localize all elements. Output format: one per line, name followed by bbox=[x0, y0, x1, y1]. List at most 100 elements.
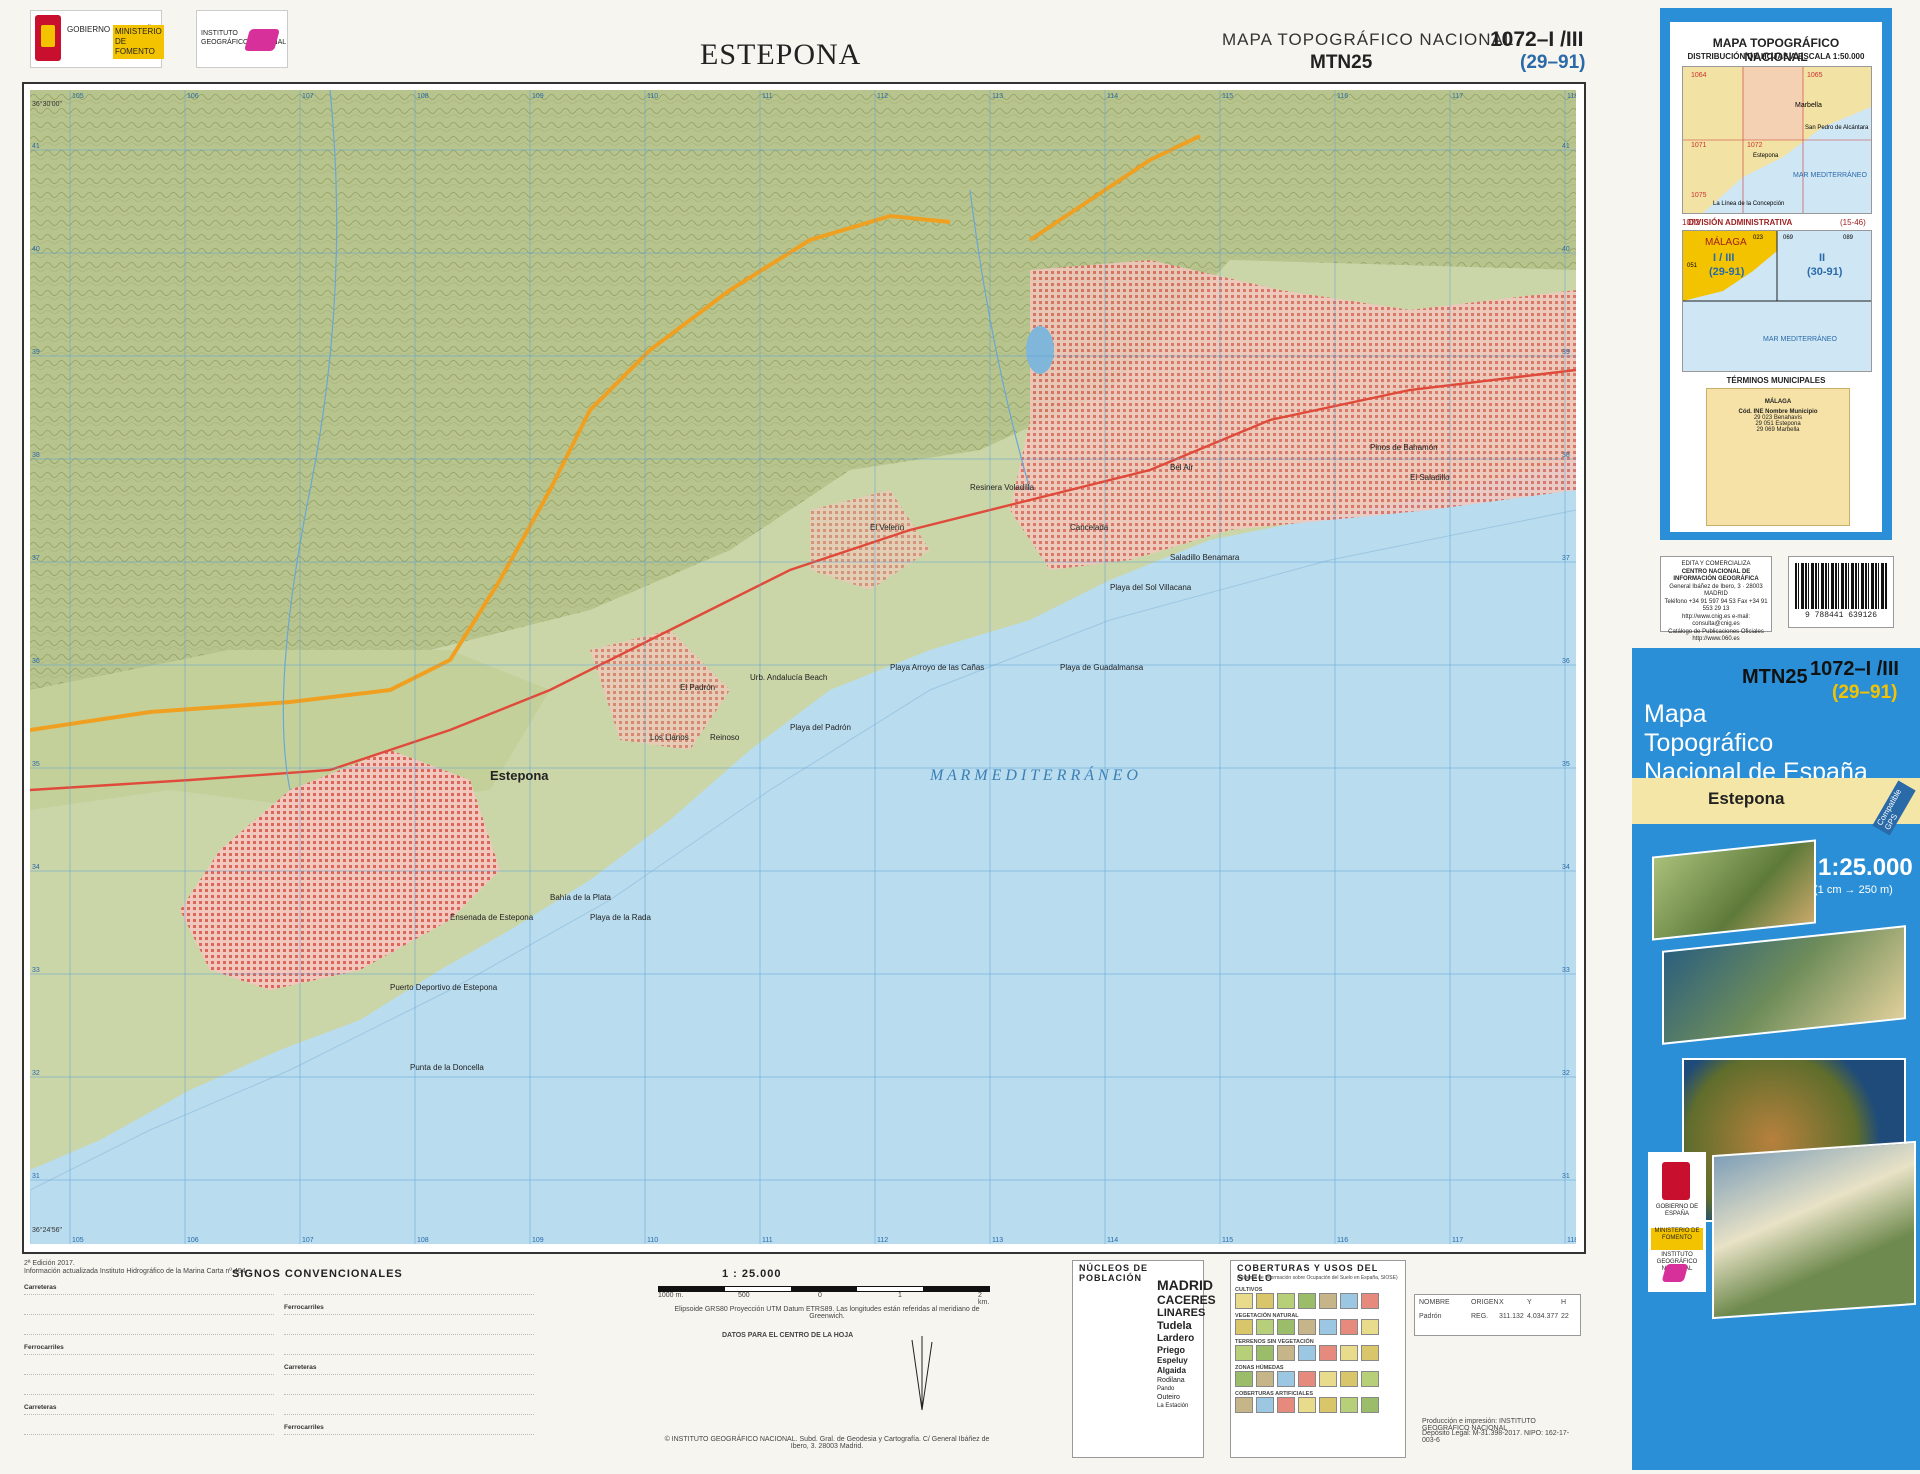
place-label: Saladillo Benamara bbox=[1170, 553, 1240, 562]
terminos-title: TÉRMINOS MUNICIPALES bbox=[1726, 376, 1826, 385]
cover-title-line: Mapa bbox=[1644, 700, 1707, 728]
place-label: Estepona bbox=[490, 768, 549, 783]
padron-cell: NOMBRE bbox=[1419, 1299, 1450, 1306]
signos-list: Carreteras Ferrocarriles Carreteras Ferroca… bbox=[24, 1284, 544, 1454]
admin-map[interactable]: MÁLAGA I / III (29-91) II (30-91) 023 06… bbox=[1682, 230, 1872, 372]
sidebar-panel: MAPA TOPOGRÁFICO NACIONAL DISTRIBUCIÓN D… bbox=[1670, 22, 1882, 532]
datum-text: Elipsoide GRS80 Proyección UTM Datum ETR… bbox=[674, 1306, 980, 1320]
utm-x-tick: 115 bbox=[1222, 1237, 1233, 1244]
admin-title: DIVISIÓN ADMINISTRATIVA bbox=[1688, 218, 1793, 227]
coberturas-swatch bbox=[1319, 1371, 1337, 1387]
north-arrow-icon bbox=[911, 1336, 933, 1411]
utm-y-tick: 41 bbox=[1562, 143, 1570, 150]
reservoir bbox=[1026, 326, 1054, 374]
place-label: Playa de Guadalmansa bbox=[1060, 663, 1144, 672]
coberturas-swatch bbox=[1277, 1319, 1295, 1335]
utm-y-tick: 34 bbox=[32, 864, 40, 871]
lat-corner: 36°30'00" bbox=[32, 100, 62, 108]
padron-cell: 22 bbox=[1561, 1313, 1569, 1320]
map-frame[interactable]: M A R M E D I T E R R Á N E O Estepona El… bbox=[22, 82, 1586, 1254]
nucleo-example: Algaida bbox=[1157, 1366, 1186, 1375]
copyright: © INSTITUTO GEOGRÁFICO NACIONAL. Subd. G… bbox=[664, 1436, 990, 1450]
cover-logo: GOBIERNO DE ESPAÑA MINISTERIO DE FOMENTO… bbox=[1648, 1152, 1706, 1292]
scale-units: 1000 m. 500 0 1 2 km. bbox=[658, 1292, 989, 1306]
nucleo-example: Rodilana bbox=[1157, 1377, 1185, 1384]
nucleo-example: CACERES bbox=[1157, 1293, 1216, 1307]
nucleo-example: MADRID bbox=[1157, 1277, 1213, 1293]
coberturas-swatch bbox=[1361, 1371, 1379, 1387]
utm-y-tick: 36 bbox=[32, 658, 40, 665]
coberturas-swatch bbox=[1256, 1397, 1274, 1413]
lon-tick: 5°02' bbox=[1432, 90, 1448, 91]
ministerio-text: MINISTERIO DE FOMENTO bbox=[113, 25, 164, 59]
coberturas-swatch bbox=[1298, 1345, 1316, 1361]
coberturas-swatch bbox=[1319, 1397, 1337, 1413]
utm-x-tick: 110 bbox=[647, 93, 658, 100]
utm-x-tick: 105 bbox=[72, 1237, 84, 1244]
utm-y-tick: 31 bbox=[32, 1173, 40, 1180]
legend-row bbox=[24, 1304, 274, 1315]
distribution-map[interactable]: 1064 1065 1071 1072 1075 Marbella San Pe… bbox=[1682, 66, 1872, 214]
cover-logo-gob: GOBIERNO DE ESPAÑA bbox=[1655, 1204, 1699, 1217]
publisher-line: Teléfono +34 91 597 94 53 Fax +34 91 553… bbox=[1664, 598, 1768, 613]
admin-cell1-grid: (29-91) bbox=[1709, 266, 1745, 278]
utm-y-tick: 35 bbox=[32, 761, 40, 768]
legend-row bbox=[24, 1364, 274, 1375]
edition-label: 2ª Edición 2017. bbox=[24, 1260, 75, 1267]
utm-x-tick: 110 bbox=[647, 1237, 658, 1244]
utm-y-tick: 40 bbox=[1562, 246, 1570, 253]
padron-cell: Y bbox=[1527, 1299, 1532, 1306]
coberturas-box: COBERTURAS Y USOS DEL SUELO (Sistema de … bbox=[1230, 1260, 1406, 1458]
place-label: El Velerín bbox=[870, 523, 904, 532]
admin-sheet: 1072 bbox=[1682, 218, 1700, 227]
coberturas-swatch bbox=[1298, 1319, 1316, 1335]
coberturas-swatch bbox=[1277, 1345, 1295, 1361]
legend-section: Ferrocarriles bbox=[24, 1344, 274, 1355]
place-label: Bahía de la Plata bbox=[550, 893, 611, 902]
coberturas-swatch bbox=[1235, 1397, 1253, 1413]
dist-sheet-label: 1064 bbox=[1691, 72, 1707, 79]
lon-tick: 5°06' bbox=[840, 90, 856, 91]
cover-panel: MTN25 1072–I /III (29–91) Mapa Topográfi… bbox=[1632, 648, 1920, 1470]
cover-scale: 1:25.000 bbox=[1818, 854, 1913, 881]
legend-row bbox=[284, 1344, 534, 1355]
dist-sheet-label: 1065 bbox=[1807, 72, 1823, 79]
cover-photo-relief bbox=[1652, 839, 1816, 941]
coberturas-swatch bbox=[1277, 1397, 1295, 1413]
utm-x-tick: 108 bbox=[417, 93, 429, 100]
barcode-bars-icon bbox=[1795, 563, 1887, 609]
coberturas-swatch bbox=[1361, 1319, 1379, 1335]
dist-sheet-label: 1075 bbox=[1691, 192, 1707, 199]
scale-unit: 500 bbox=[738, 1292, 750, 1299]
scale-unit: 1 bbox=[898, 1292, 902, 1299]
utm-x-tick: 116 bbox=[1337, 1237, 1348, 1244]
lon-tick: 5°10' bbox=[248, 90, 264, 91]
dist-place: La Línea de la Concepción bbox=[1713, 201, 1784, 207]
legend-row bbox=[284, 1384, 534, 1395]
coberturas-swatch bbox=[1319, 1345, 1337, 1361]
place-label: Playa del Sol Villacana bbox=[1110, 583, 1192, 592]
coberturas-swatches bbox=[1235, 1319, 1401, 1335]
topographic-map[interactable]: M A R M E D I T E R R Á N E O Estepona El… bbox=[30, 90, 1576, 1244]
coberturas-swatches bbox=[1235, 1345, 1401, 1361]
coberturas-swatch bbox=[1235, 1319, 1253, 1335]
nucleo-example: La Estación bbox=[1157, 1403, 1189, 1409]
place-label: Resinera Voladilla bbox=[970, 483, 1035, 492]
scale-unit: 1000 m. bbox=[658, 1292, 684, 1299]
cover-photo-landscape bbox=[1712, 1140, 1916, 1320]
utm-y-tick: 38 bbox=[32, 452, 40, 459]
cover-title-line: Topográfico bbox=[1644, 729, 1774, 757]
utm-x-tick: 109 bbox=[532, 1237, 544, 1244]
utm-y-tick: 38 bbox=[1562, 452, 1570, 459]
ign-mark-icon bbox=[1661, 1264, 1689, 1282]
utm-x-tick: 107 bbox=[302, 1237, 314, 1244]
nucleo-example: Outeiro bbox=[1157, 1394, 1180, 1401]
utm-y-tick: 32 bbox=[32, 1070, 40, 1077]
place-label: Puerto Deportivo de Estepona bbox=[390, 983, 498, 992]
utm-y-tick: 39 bbox=[32, 349, 40, 356]
utm-x-tick: 108 bbox=[417, 1237, 429, 1244]
place-label: Punta de la Doncella bbox=[410, 1063, 484, 1072]
place-label: El Padrón bbox=[680, 683, 715, 692]
utm-x-tick: 111 bbox=[762, 93, 773, 100]
coberturas-swatch bbox=[1319, 1293, 1337, 1309]
